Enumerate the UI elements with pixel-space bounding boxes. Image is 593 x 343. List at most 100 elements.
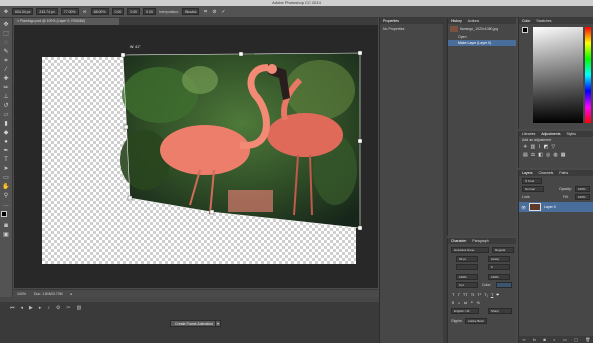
history-snapshot[interactable]: flamingo_1920x1080.jpg bbox=[448, 24, 516, 34]
color-balance-icon[interactable]: ⚖ bbox=[531, 152, 535, 158]
anti-alias-select[interactable]: Sharp bbox=[488, 308, 512, 314]
color-lookup-icon[interactable]: ▦ bbox=[561, 152, 566, 158]
actions-tab[interactable]: Actions bbox=[468, 19, 479, 23]
blend-mode-select[interactable]: Normal bbox=[522, 186, 544, 192]
create-frame-animation-button[interactable]: Create Frame Animation bbox=[170, 320, 218, 327]
black-white-icon[interactable]: ◧ bbox=[538, 152, 543, 158]
curves-icon[interactable]: ⌇ bbox=[538, 144, 540, 150]
superscript-icon[interactable]: T¹ bbox=[477, 292, 481, 297]
font-family-select[interactable]: Helvetica Neue bbox=[451, 247, 489, 253]
layer-filter-select[interactable]: ⚲ Kind bbox=[522, 178, 542, 184]
small-caps-icon[interactable]: Tt bbox=[471, 292, 475, 297]
stylistic-icon[interactable]: st bbox=[464, 300, 467, 305]
libraries-tab[interactable]: Libraries bbox=[522, 132, 535, 136]
status-bar: 100% Doc: 1.81M/3.72M ▸ bbox=[14, 289, 378, 297]
transform-handle[interactable] bbox=[357, 225, 363, 231]
zoom-level[interactable]: 100% bbox=[17, 292, 26, 296]
vibrance-icon[interactable]: ▽ bbox=[551, 144, 555, 150]
transform-handle[interactable] bbox=[123, 124, 129, 130]
transform-handle[interactable] bbox=[120, 52, 126, 58]
faux-bold-icon[interactable]: T bbox=[452, 292, 454, 297]
next-frame-icon[interactable]: ▸ bbox=[39, 305, 42, 311]
text-style-buttons: T T TT Tt T¹ T₁ T T bbox=[452, 292, 499, 297]
swatches-tab[interactable]: Swatches bbox=[536, 19, 551, 23]
strikethrough-icon[interactable]: T bbox=[496, 292, 498, 297]
character-panel: Character Paragraph Helvetica Neue Regul… bbox=[447, 238, 516, 343]
leading-field[interactable]: (Auto) bbox=[488, 256, 510, 262]
swash-icon[interactable]: ℴ bbox=[458, 300, 460, 305]
baseline-field[interactable]: 0 pt bbox=[456, 282, 478, 288]
first-frame-icon[interactable]: ⏮ bbox=[10, 305, 15, 311]
kerning-field[interactable] bbox=[456, 264, 478, 270]
new-layer-icon[interactable]: ▢ bbox=[574, 337, 578, 342]
new-group-icon[interactable]: ▭ bbox=[563, 337, 567, 342]
status-arrow-icon[interactable]: ▸ bbox=[71, 292, 73, 296]
opentype-buttons: ﬁ ℴ st ª ½ bbox=[452, 300, 480, 305]
properties-tab[interactable]: Properties bbox=[383, 19, 399, 23]
settings-icon[interactable]: ⚙ bbox=[56, 305, 60, 311]
ordinal-icon[interactable]: ª bbox=[471, 300, 472, 305]
layers-tab[interactable]: Layers bbox=[522, 171, 533, 175]
hue-saturation-icon[interactable]: ▤ bbox=[523, 152, 528, 158]
prev-frame-icon[interactable]: ◂ bbox=[21, 305, 24, 311]
dropdown-arrow-icon[interactable]: ▾ bbox=[215, 320, 221, 327]
transform-handle[interactable] bbox=[357, 50, 363, 56]
fill-field[interactable]: 100% bbox=[575, 194, 590, 200]
adjustments-tab[interactable]: Adjustments bbox=[541, 132, 560, 136]
audio-icon[interactable]: ♪ bbox=[47, 305, 50, 311]
all-caps-icon[interactable]: TT bbox=[463, 292, 468, 297]
doc-info[interactable]: Doc: 1.81M/3.72M bbox=[34, 292, 63, 296]
history-item-label: Make Layer (Layer 0) bbox=[458, 41, 492, 45]
exposure-icon[interactable]: ◩ bbox=[544, 144, 549, 150]
new-adjustment-icon[interactable]: ◐ bbox=[553, 337, 555, 342]
channels-tab[interactable]: Channels bbox=[539, 171, 554, 175]
history-item-selected[interactable]: Make Layer (Layer 0) bbox=[448, 40, 516, 46]
transition-icon[interactable]: ▧ bbox=[77, 305, 82, 311]
tracking-field[interactable]: 0 bbox=[488, 264, 510, 270]
visibility-eye-icon[interactable]: 👁 bbox=[521, 205, 526, 210]
horizontal-scale-field[interactable]: 100% bbox=[488, 274, 510, 280]
fg-bg-swatches[interactable] bbox=[522, 27, 531, 36]
split-icon[interactable]: ✂ bbox=[66, 305, 70, 311]
photo-filter-icon[interactable]: ◎ bbox=[546, 152, 550, 158]
levels-icon[interactable]: ▥ bbox=[530, 144, 535, 150]
layer-row[interactable]: 👁 Layer 0 bbox=[519, 202, 593, 212]
add-mask-icon[interactable]: ◙ bbox=[543, 337, 545, 342]
ligature-icon[interactable]: ﬁ bbox=[452, 300, 454, 305]
underline-icon[interactable]: T bbox=[491, 292, 493, 297]
transform-handle[interactable] bbox=[357, 138, 363, 144]
history-tab[interactable]: History bbox=[451, 19, 462, 23]
subscript-icon[interactable]: T₁ bbox=[484, 292, 488, 297]
text-color-swatch[interactable] bbox=[496, 282, 512, 288]
transform-handle[interactable] bbox=[127, 195, 133, 201]
font-size-field[interactable]: 36 pt bbox=[456, 256, 478, 262]
play-icon[interactable]: ▶ bbox=[29, 305, 33, 311]
color-tab[interactable]: Color bbox=[522, 19, 530, 23]
glyphs-row: Glyphs Adobe Bold bbox=[451, 318, 487, 324]
color-label: Color: bbox=[482, 283, 492, 287]
glyph-font-select[interactable]: Adobe Bold bbox=[464, 318, 487, 324]
paths-tab[interactable]: Paths bbox=[559, 171, 568, 175]
transform-handle[interactable] bbox=[238, 51, 244, 57]
channel-mixer-icon[interactable]: ◍ bbox=[553, 152, 557, 158]
delete-layer-icon[interactable]: 🗑 bbox=[585, 337, 590, 342]
language-select[interactable]: English: UK bbox=[451, 308, 479, 314]
character-tab[interactable]: Character bbox=[451, 239, 466, 243]
foreground-swatch[interactable] bbox=[522, 27, 528, 33]
history-item-label: Open bbox=[458, 35, 467, 39]
faux-italic-icon[interactable]: T bbox=[457, 292, 459, 297]
paragraph-tab[interactable]: Paragraph bbox=[472, 239, 488, 243]
fx-icon[interactable]: fx bbox=[533, 337, 536, 342]
font-style-select[interactable]: Regular bbox=[492, 247, 514, 253]
flamingo-photo[interactable] bbox=[120, 53, 360, 228]
opacity-field[interactable]: 100% bbox=[575, 186, 590, 192]
layer-name[interactable]: Layer 0 bbox=[544, 205, 556, 209]
transform-handle[interactable] bbox=[209, 209, 215, 215]
fraction-icon[interactable]: ½ bbox=[476, 300, 479, 305]
color-picker-field[interactable] bbox=[533, 27, 583, 123]
link-layers-icon[interactable]: ∞ bbox=[523, 337, 526, 342]
styles-tab[interactable]: Styles bbox=[566, 132, 576, 136]
hue-slider[interactable] bbox=[585, 27, 591, 123]
vertical-scale-field[interactable]: 100% bbox=[456, 274, 478, 280]
brightness-icon[interactable]: ☀ bbox=[523, 144, 527, 150]
